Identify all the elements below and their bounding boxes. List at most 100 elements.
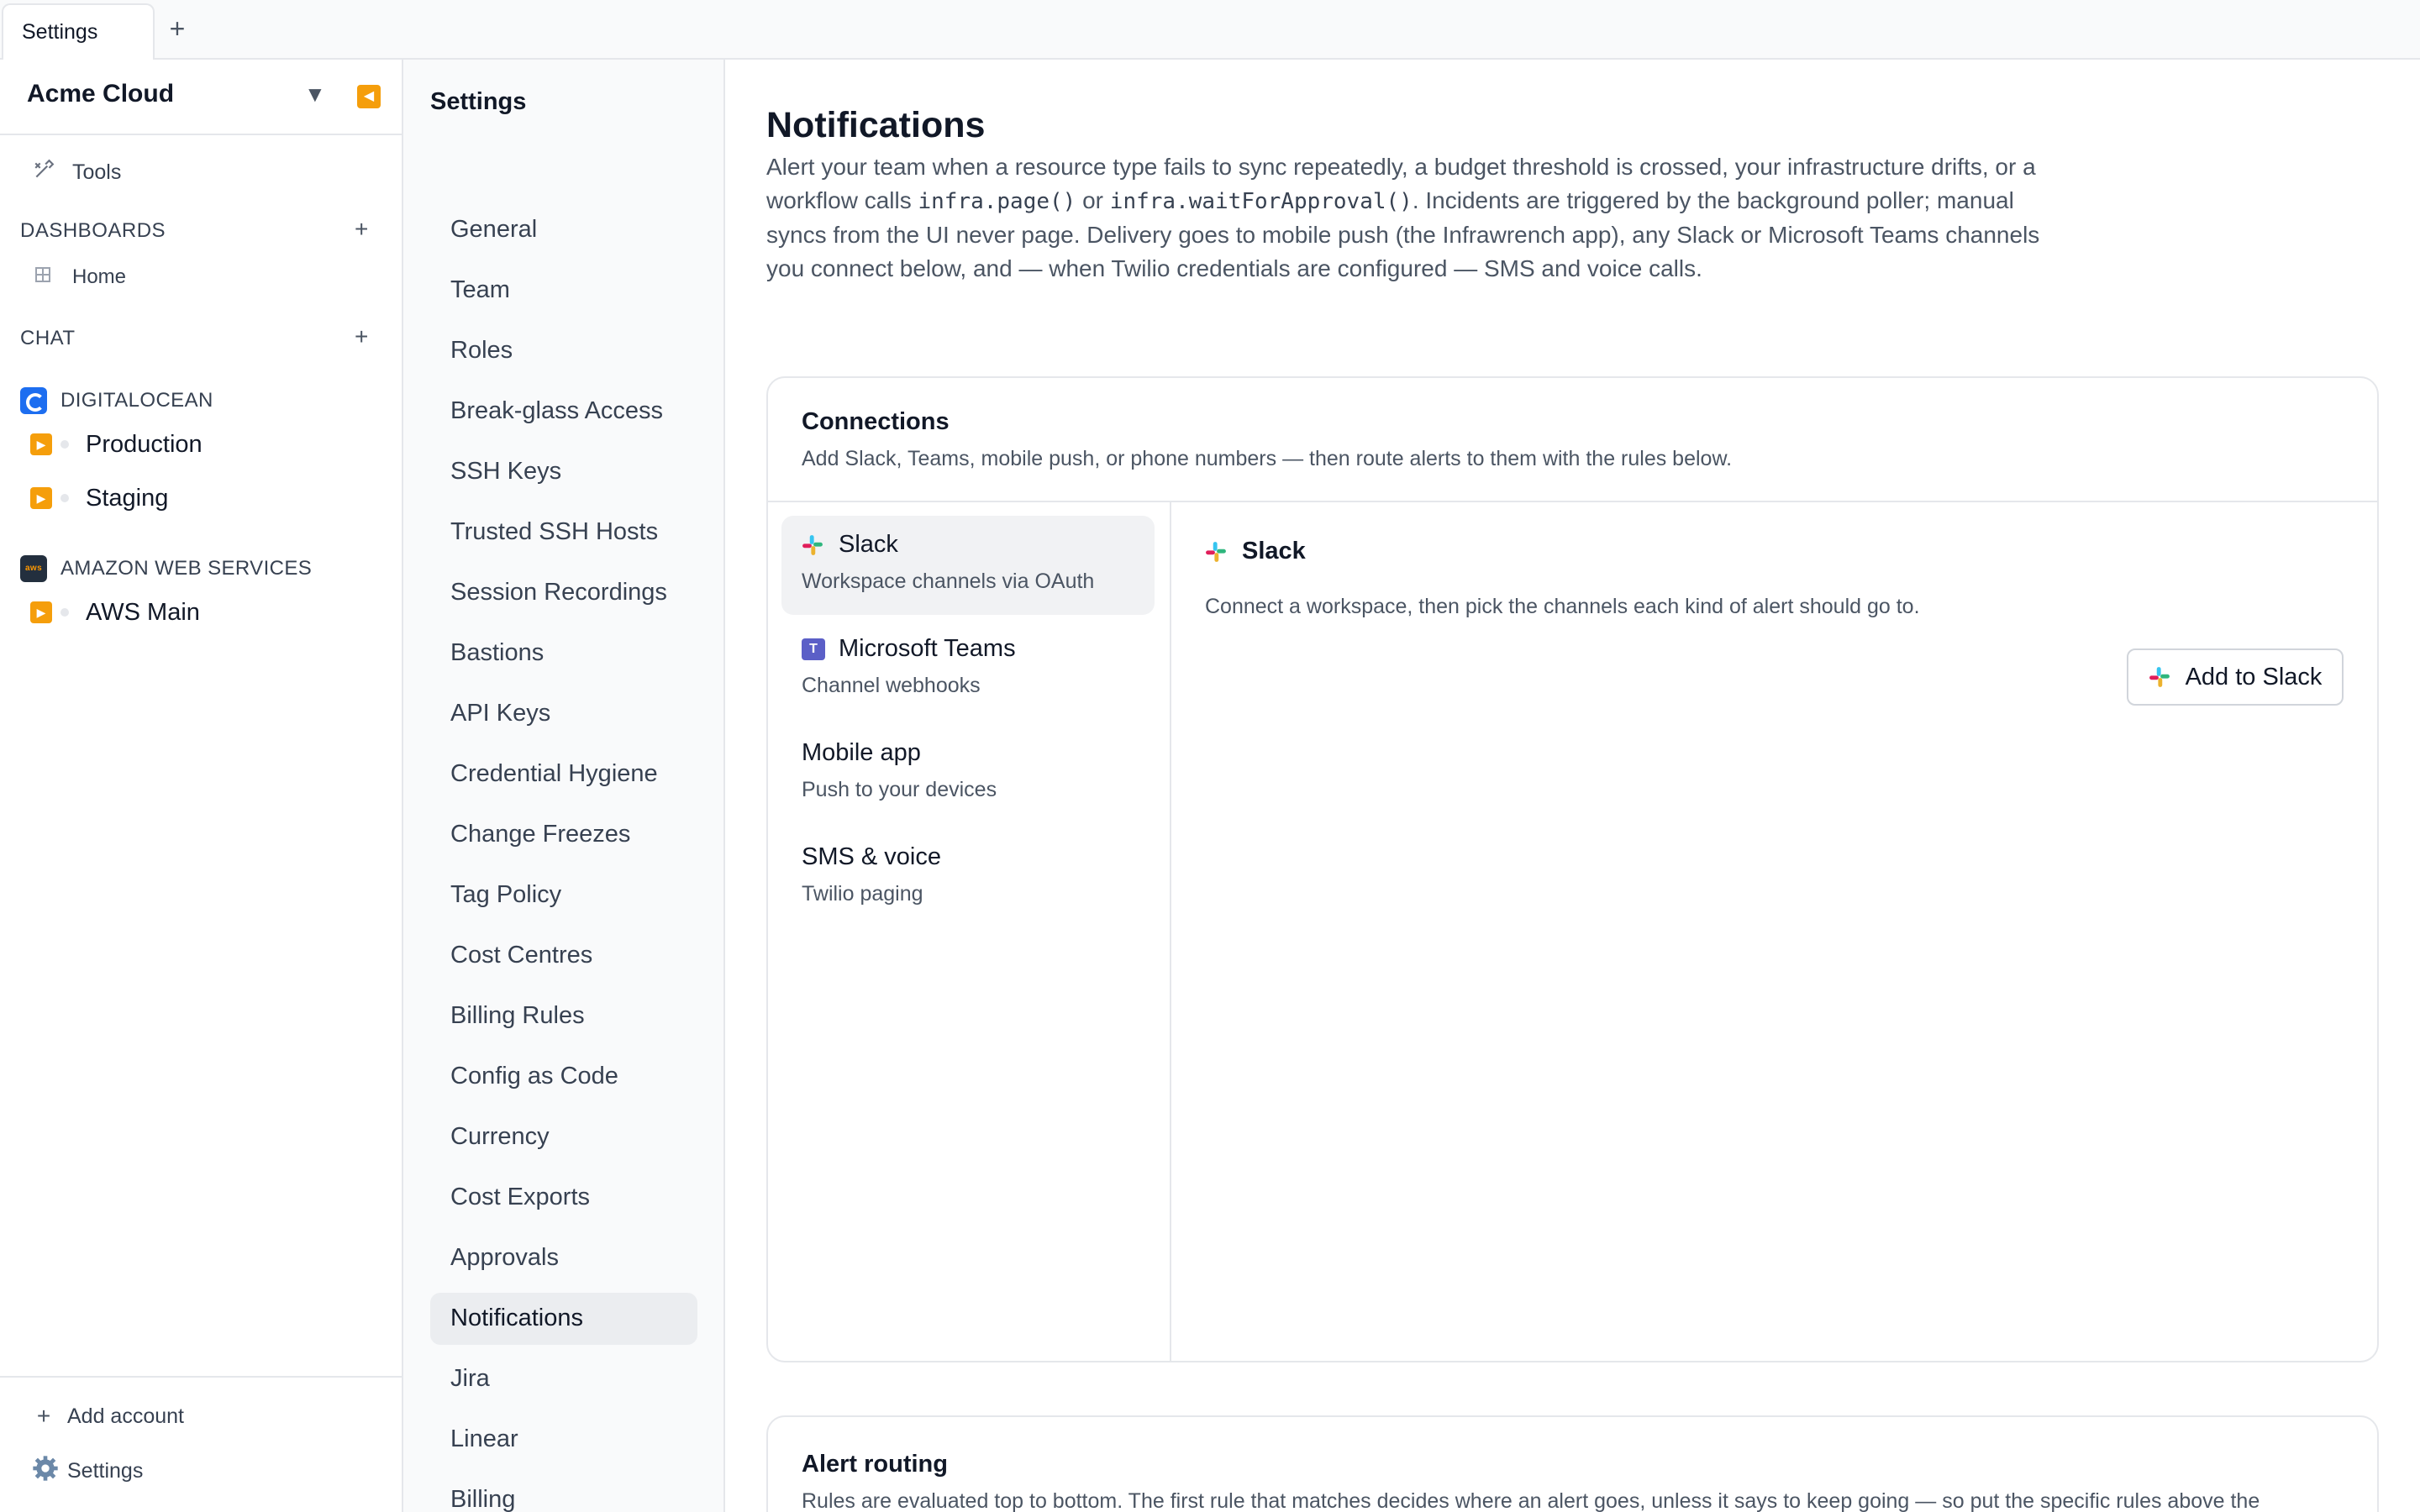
dashboards-section-label: DASHBOARDS [20, 219, 166, 242]
account-header: Acme Cloud ▼ ◀ [0, 60, 402, 135]
alert-routing-title: Alert routing [802, 1451, 948, 1478]
sidebar-item-label: Home [72, 265, 127, 288]
connections-title: Connections [802, 408, 950, 435]
provider-name: AMAZON WEB SERVICES [60, 557, 313, 580]
settings-nav-item-api-keys[interactable]: API Keys [430, 688, 697, 740]
slack-icon [1206, 541, 1226, 562]
provider-slack-desc: Workspace channels via OAuth [802, 570, 1095, 593]
environment-staging[interactable]: ▶ Staging [30, 480, 432, 517]
provider-sms-name: SMS & voice [802, 843, 941, 870]
detail-title: Slack [1205, 538, 1306, 565]
settings-nav-item-break-glass-access[interactable]: Break-glass Access [430, 386, 697, 438]
settings-nav-item-ssh-keys[interactable]: SSH Keys [430, 446, 697, 498]
sidebar-item-tools[interactable]: Tools [32, 159, 434, 186]
settings-nav-item-trusted-ssh-hosts[interactable]: Trusted SSH Hosts [430, 507, 697, 559]
alert-routing-subtitle: Rules are evaluated top to bottom. The f… [802, 1489, 2260, 1512]
settings-nav-item-team[interactable]: Team [430, 265, 697, 317]
aws-icon: aws [20, 555, 47, 582]
settings-nav-item-billing[interactable]: Billing [430, 1474, 697, 1512]
environment-label: AWS Main [86, 598, 200, 626]
grid-icon [34, 266, 52, 288]
add-account-label: Add account [67, 1404, 184, 1428]
settings-nav-item-session-recordings[interactable]: Session Recordings [430, 567, 697, 619]
settings-label: Settings [67, 1459, 144, 1483]
environment-production[interactable]: ▶ Production [30, 426, 432, 463]
provider-mobile[interactable]: Mobile app Push to your devices [781, 724, 1155, 823]
play-icon: ▶ [30, 601, 52, 623]
connections-subtitle: Add Slack, Teams, mobile push, or phone … [802, 447, 1733, 470]
play-icon: ▶ [30, 487, 52, 509]
environment-label: Staging [86, 484, 169, 512]
main-content: Notifications Alert your team when a res… [725, 60, 2420, 1512]
tab-settings[interactable]: Settings [2, 3, 155, 60]
settings-nav-item-cost-exports[interactable]: Cost Exports [430, 1172, 697, 1224]
new-tab-button[interactable]: + [165, 13, 190, 44]
settings-nav-title: Settings [430, 88, 527, 115]
code-snippet: infra.page() [918, 189, 1076, 214]
add-account-button[interactable]: + Add account [32, 1403, 184, 1430]
settings-nav-item-currency[interactable]: Currency [430, 1111, 697, 1163]
settings-button[interactable]: Settings [32, 1455, 143, 1488]
add-to-slack-button[interactable]: Add to Slack [2127, 648, 2344, 706]
detail-description: Connect a workspace, then pick the chann… [1205, 595, 1920, 618]
slack-icon [2149, 667, 2170, 687]
provider-mobile-name: Mobile app [802, 739, 921, 766]
settings-nav-item-credential-hygiene[interactable]: Credential Hygiene [430, 748, 697, 801]
status-dot-icon [60, 608, 69, 617]
chevron-down-icon[interactable]: ▼ [304, 81, 326, 108]
provider-teams-name: T Microsoft Teams [802, 635, 1016, 663]
settings-nav-item-roles[interactable]: Roles [430, 325, 697, 377]
collapse-sidebar-button[interactable]: ◀ [357, 85, 381, 108]
provider-sms[interactable]: SMS & voice Twilio paging [781, 828, 1155, 927]
add-to-slack-label: Add to Slack [2185, 663, 2323, 690]
tab-bar: Settings + [0, 0, 2420, 60]
settings-nav-item-general[interactable]: General [430, 204, 697, 256]
provider-aws[interactable]: aws AMAZON WEB SERVICES [20, 552, 422, 585]
provider-teams-desc: Channel webhooks [802, 674, 981, 697]
settings-nav-item-cost-centres[interactable]: Cost Centres [430, 930, 697, 982]
settings-nav-item-config-as-code[interactable]: Config as Code [430, 1051, 697, 1103]
connections-header: Connections Add Slack, Teams, mobile pus… [768, 378, 2377, 502]
provider-list: Slack Workspace channels via OAuth T Mic… [768, 502, 1171, 1362]
alert-routing-card: Alert routing Rules are evaluated top to… [766, 1415, 2379, 1512]
settings-nav-item-bastions[interactable]: Bastions [430, 627, 697, 680]
provider-teams[interactable]: T Microsoft Teams Channel webhooks [781, 620, 1155, 719]
code-snippet: infra.waitForApproval() [1109, 189, 1413, 214]
page-title: Notifications [766, 105, 986, 145]
settings-nav-item-change-freezes[interactable]: Change Freezes [430, 809, 697, 861]
settings-nav: Settings General Team Roles Break-glass Acc… [403, 60, 725, 1512]
sidebar-item-label: Tools [72, 160, 122, 184]
settings-nav-item-notifications[interactable]: Notifications [430, 1293, 697, 1345]
sidebar: Acme Cloud ▼ ◀ Tools DASHBOARDS + Home C… [0, 60, 403, 1512]
page-description: Alert your team when a resource type fai… [766, 154, 2040, 281]
settings-nav-item-approvals[interactable]: Approvals [430, 1232, 697, 1284]
play-icon: ▶ [30, 433, 52, 455]
add-chat-button[interactable]: + [355, 323, 368, 350]
chat-section-label: CHAT [20, 327, 76, 349]
sidebar-item-home[interactable]: Home [34, 265, 435, 289]
plus-icon: + [36, 1403, 51, 1429]
wrench-icon [32, 159, 55, 186]
status-dot-icon [60, 494, 69, 502]
teams-icon: T [802, 638, 825, 660]
provider-slack[interactable]: Slack Workspace channels via OAuth [781, 516, 1155, 615]
gear-icon [32, 1455, 58, 1488]
provider-sms-desc: Twilio paging [802, 882, 923, 906]
digitalocean-icon [20, 387, 47, 414]
provider-mobile-desc: Push to your devices [802, 778, 997, 801]
account-name[interactable]: Acme Cloud [27, 80, 174, 108]
slack-icon [802, 534, 823, 555]
environment-label: Production [86, 430, 203, 458]
settings-nav-item-linear[interactable]: Linear [430, 1414, 697, 1466]
add-dashboard-button[interactable]: + [355, 216, 368, 243]
settings-nav-item-jira[interactable]: Jira [430, 1353, 697, 1405]
settings-nav-item-billing-rules[interactable]: Billing Rules [430, 990, 697, 1042]
provider-name: DIGITALOCEAN [60, 389, 213, 412]
environment-aws-main[interactable]: ▶ AWS Main [30, 594, 432, 631]
provider-slack-name: Slack [802, 531, 898, 559]
provider-digitalocean[interactable]: DIGITALOCEAN [20, 384, 422, 417]
settings-nav-item-tag-policy[interactable]: Tag Policy [430, 869, 697, 921]
provider-detail: Slack Connect a workspace, then pick the… [1171, 502, 2377, 1362]
sidebar-footer: + Add account Settings [0, 1376, 402, 1512]
status-dot-icon [60, 440, 69, 449]
